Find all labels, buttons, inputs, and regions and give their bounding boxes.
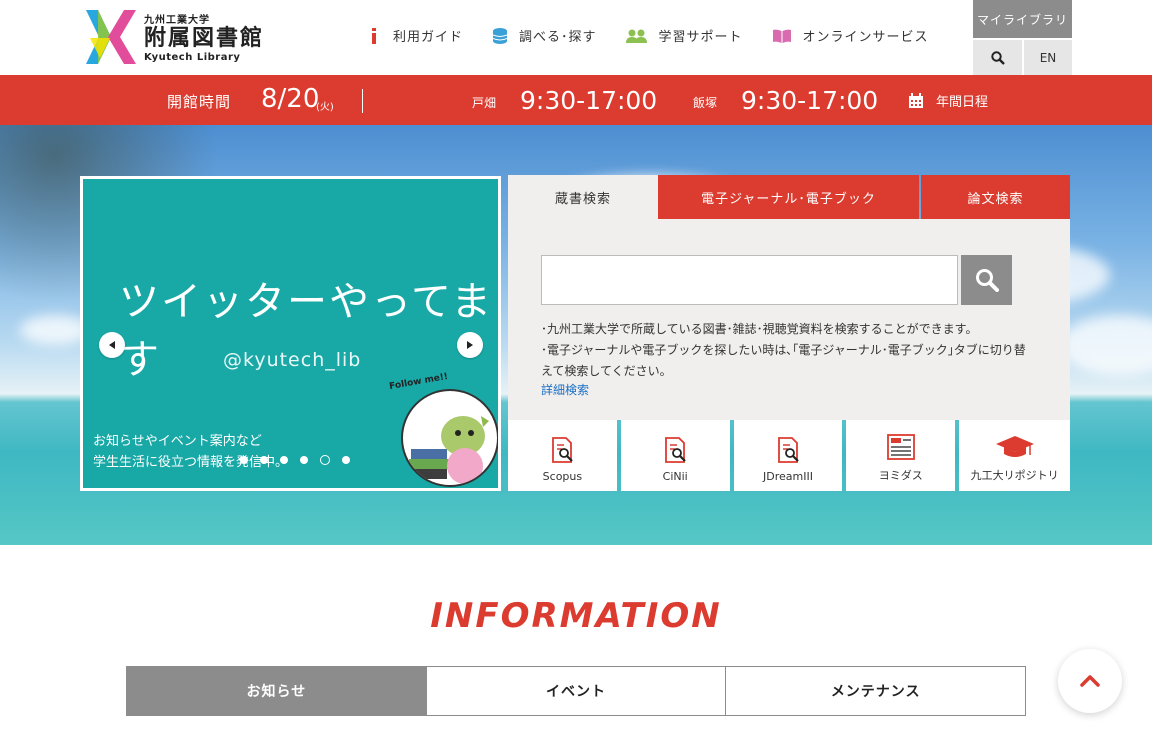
- annual-calendar-link[interactable]: 年間日程: [908, 91, 988, 110]
- hours-divider: [362, 89, 363, 113]
- nav-online-label: オンラインサービス: [802, 30, 929, 45]
- caret-left-icon: [109, 341, 115, 349]
- slider-dot[interactable]: [260, 456, 268, 464]
- db-link-yomidas[interactable]: ヨミダス: [846, 420, 956, 491]
- database-links: Scopus CiNii JDreamIII ヨミダス 九工大リポジトリ: [508, 420, 1070, 491]
- mylibrary-button[interactable]: マイライブラリ: [973, 0, 1072, 38]
- tab-paper-search[interactable]: 論文検索: [921, 175, 1070, 219]
- search-icon: [975, 269, 999, 292]
- back-to-top-button[interactable]: [1058, 649, 1122, 713]
- main-nav: 利用ガイド 調べる･探す 学習サポート オンラインサービス: [365, 26, 957, 45]
- search-description: ･九州工業大学で所蔵している図書･雑誌･視聴覚資料を検索することができます。 ･…: [541, 319, 1031, 382]
- information-heading: INFORMATION: [430, 596, 722, 636]
- news-icon: [886, 434, 915, 460]
- logo-main-text: 附属図書館: [144, 26, 265, 51]
- logo-en-text: Kyutech Library: [144, 52, 241, 63]
- hours-date: 8/20: [261, 84, 320, 114]
- slider-dot[interactable]: [240, 456, 248, 464]
- search-description-line-2: ･電子ジャーナルや電子ブックを探したい時は､｢電子ジャーナル･電子ブック｣タブに…: [541, 343, 1026, 378]
- tab-maintenance[interactable]: メンテナンス: [725, 667, 1025, 715]
- campus-tobata-label: 戸畑: [472, 96, 497, 110]
- tab-ejournal-ebook[interactable]: 電子ジャーナル･電子ブック: [658, 175, 919, 219]
- slide-caption: お知らせやイベント案内など 学生生活に役立つ情報を発信中。: [93, 431, 288, 473]
- opening-hours-bar: 開館時間 8/20 (火) 戸畑 9:30-17:00 飯塚 9:30-17:0…: [0, 75, 1152, 125]
- logo-sub-text: 九州工業大学: [144, 15, 210, 26]
- info-icon: [365, 27, 383, 45]
- db-link-label: Scopus: [542, 470, 583, 483]
- chevron-up-icon: [1080, 675, 1100, 687]
- hours-label: 開館時間: [167, 93, 232, 111]
- db-link-label: JDreamIII: [763, 470, 813, 483]
- campus-tobata-time: 9:30-17:00: [520, 86, 658, 115]
- header-search-button[interactable]: [973, 40, 1022, 75]
- search-description-line-1: ･九州工業大学で所蔵している図書･雑誌･視聴覚資料を検索することができます。: [541, 322, 978, 336]
- slide-caption-line-1: お知らせやイベント案内など: [93, 434, 262, 449]
- cloud: [1060, 315, 1152, 375]
- db-link-cinii[interactable]: CiNii: [620, 420, 730, 491]
- slider-dot[interactable]: [300, 456, 308, 464]
- information-tabs: お知らせ イベント メンテナンス: [126, 666, 1026, 716]
- slider-dots: [240, 455, 362, 465]
- nav-guide-label: 利用ガイド: [393, 30, 464, 45]
- nav-online[interactable]: オンラインサービス: [771, 26, 929, 45]
- logo-mark-icon: [86, 10, 136, 64]
- db-link-label: CiNii: [662, 470, 688, 483]
- site-logo[interactable]: 九州工業大学 附属図書館 Kyutech Library: [86, 10, 264, 64]
- search-panel: 蔵書検索 電子ジャーナル･電子ブック 論文検索 ･九州工業大学で所蔵している図書…: [508, 175, 1070, 491]
- nav-search-label: 調べる･探す: [519, 30, 597, 45]
- mascot-illustration: [401, 389, 498, 487]
- language-en-button[interactable]: EN: [1024, 40, 1072, 75]
- site-header: 九州工業大学 附属図書館 Kyutech Library 利用ガイド 調べる･探…: [0, 0, 1152, 75]
- news-slider[interactable]: ツイッターやってます @kyutech_lib Follow me!! お知らせ…: [80, 176, 501, 491]
- search-tabs: 蔵書検索 電子ジャーナル･電子ブック 論文検索: [508, 175, 1070, 219]
- db-link-label: ヨミダス: [878, 469, 923, 482]
- doc-search-icon: [665, 437, 686, 463]
- db-link-label: 九工大リポジトリ: [970, 469, 1059, 482]
- caret-right-icon: [467, 341, 473, 349]
- slider-next-button[interactable]: [457, 332, 483, 358]
- nav-support[interactable]: 学習サポート: [625, 26, 743, 45]
- nav-search[interactable]: 調べる･探す: [491, 26, 597, 45]
- slider-dot-active[interactable]: [320, 455, 330, 465]
- users-icon: [625, 27, 649, 45]
- db-link-repository[interactable]: 九工大リポジトリ: [959, 420, 1070, 491]
- book-icon: [771, 27, 793, 45]
- calendar-icon: [909, 92, 923, 108]
- slider-dot[interactable]: [342, 456, 350, 464]
- catalog-search-input[interactable]: [541, 255, 958, 305]
- campus-iizuka-label: 飯塚: [693, 96, 718, 110]
- tab-catalog-search[interactable]: 蔵書検索: [508, 175, 658, 219]
- annual-calendar-label: 年間日程: [936, 95, 989, 110]
- advanced-search-link[interactable]: 詳細検索: [541, 381, 589, 398]
- database-icon: [491, 27, 509, 45]
- tab-notices[interactable]: お知らせ: [127, 667, 426, 715]
- search-panel-body: ･九州工業大学で所蔵している図書･雑誌･視聴覚資料を検索することができます。 ･…: [508, 219, 1070, 420]
- tab-events[interactable]: イベント: [425, 667, 726, 715]
- slide-handle: @kyutech_lib: [223, 349, 362, 371]
- doc-search-icon: [778, 437, 799, 463]
- slider-prev-button[interactable]: [99, 332, 125, 358]
- campus-iizuka-time: 9:30-17:00: [741, 86, 879, 115]
- catalog-search-button[interactable]: [961, 255, 1012, 305]
- doc-search-icon: [552, 437, 574, 463]
- search-icon: [990, 50, 1005, 65]
- db-link-scopus[interactable]: Scopus: [508, 420, 617, 491]
- db-link-jdream[interactable]: JDreamIII: [733, 420, 843, 491]
- slider-dot[interactable]: [280, 456, 288, 464]
- hours-day-of-week: (火): [316, 102, 334, 113]
- nav-guide[interactable]: 利用ガイド: [365, 26, 463, 45]
- graduation-cap-icon: [995, 436, 1034, 457]
- nav-support-label: 学習サポート: [658, 30, 743, 45]
